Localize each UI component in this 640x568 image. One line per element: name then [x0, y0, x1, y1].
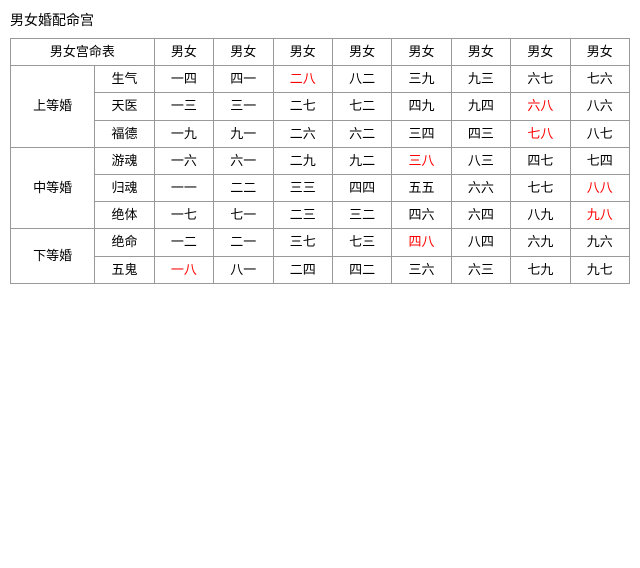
table-row: 天医一三三一二七七二四九九四六八八六 — [11, 93, 630, 120]
data-cell: 六八 — [511, 93, 570, 120]
data-cell: 七三 — [332, 229, 391, 256]
grade-cell: 上等婚 — [11, 66, 95, 148]
data-cell: 二三 — [273, 202, 332, 229]
subtype-cell: 游魂 — [95, 147, 154, 174]
data-cell: 八三 — [451, 147, 510, 174]
data-cell: 六七 — [511, 66, 570, 93]
data-cell: 一六 — [154, 147, 213, 174]
data-cell: 一七 — [154, 202, 213, 229]
table-row: 下等婚绝命一二二一三七七三四八八四六九九六 — [11, 229, 630, 256]
data-cell: 六二 — [332, 120, 391, 147]
table-row: 福德一九九一二六六二三四四三七八八七 — [11, 120, 630, 147]
data-cell: 一三 — [154, 93, 213, 120]
header-col-8: 男女 — [570, 39, 629, 66]
table-header: 男女宫命表 男女 男女 男女 男女 男女 男女 男女 男女 — [11, 39, 630, 66]
data-cell: 四六 — [392, 202, 451, 229]
data-cell: 七四 — [570, 147, 629, 174]
subtype-cell: 绝体 — [95, 202, 154, 229]
data-cell: 二九 — [273, 147, 332, 174]
data-cell: 九二 — [332, 147, 391, 174]
data-cell: 二六 — [273, 120, 332, 147]
data-cell: 一九 — [154, 120, 213, 147]
data-cell: 九七 — [570, 256, 629, 283]
table-row: 绝体一七七一二三三二四六六四八九九八 — [11, 202, 630, 229]
data-cell: 八一 — [214, 256, 273, 283]
data-cell: 二四 — [273, 256, 332, 283]
data-cell: 八八 — [570, 174, 629, 201]
data-cell: 七二 — [332, 93, 391, 120]
data-cell: 三三 — [273, 174, 332, 201]
data-cell: 一八 — [154, 256, 213, 283]
header-col-5: 男女 — [392, 39, 451, 66]
data-cell: 一二 — [154, 229, 213, 256]
data-cell: 三九 — [392, 66, 451, 93]
data-cell: 三二 — [332, 202, 391, 229]
data-cell: 三八 — [392, 147, 451, 174]
data-cell: 七八 — [511, 120, 570, 147]
header-col-4: 男女 — [332, 39, 391, 66]
data-cell: 四三 — [451, 120, 510, 147]
data-cell: 七一 — [214, 202, 273, 229]
table-row: 归魂一一二二三三四四五五六六七七八八 — [11, 174, 630, 201]
data-cell: 九四 — [451, 93, 510, 120]
subtype-cell: 绝命 — [95, 229, 154, 256]
data-cell: 七七 — [511, 174, 570, 201]
data-cell: 七六 — [570, 66, 629, 93]
data-cell: 二八 — [273, 66, 332, 93]
grade-cell: 中等婚 — [11, 147, 95, 229]
header-col-6: 男女 — [451, 39, 510, 66]
subtype-cell: 天医 — [95, 93, 154, 120]
data-cell: 二一 — [214, 229, 273, 256]
header-col-7: 男女 — [511, 39, 570, 66]
main-table: 男女宫命表 男女 男女 男女 男女 男女 男女 男女 男女 上等婚生气一四四一二… — [10, 38, 630, 284]
data-cell: 六三 — [451, 256, 510, 283]
data-cell: 八六 — [570, 93, 629, 120]
data-cell: 八九 — [511, 202, 570, 229]
data-cell: 四一 — [214, 66, 273, 93]
data-cell: 四四 — [332, 174, 391, 201]
data-cell: 七九 — [511, 256, 570, 283]
data-cell: 八二 — [332, 66, 391, 93]
table-row: 上等婚生气一四四一二八八二三九九三六七七六 — [11, 66, 630, 93]
subtype-cell: 五鬼 — [95, 256, 154, 283]
data-cell: 九三 — [451, 66, 510, 93]
data-cell: 一四 — [154, 66, 213, 93]
data-cell: 二二 — [214, 174, 273, 201]
subtype-cell: 福德 — [95, 120, 154, 147]
data-cell: 二七 — [273, 93, 332, 120]
data-cell: 一一 — [154, 174, 213, 201]
data-cell: 六一 — [214, 147, 273, 174]
data-cell: 四九 — [392, 93, 451, 120]
table-row: 五鬼一八八一二四四二三六六三七九九七 — [11, 256, 630, 283]
data-cell: 八七 — [570, 120, 629, 147]
data-cell: 三四 — [392, 120, 451, 147]
data-cell: 八四 — [451, 229, 510, 256]
data-cell: 四二 — [332, 256, 391, 283]
data-cell: 三六 — [392, 256, 451, 283]
data-cell: 九六 — [570, 229, 629, 256]
grade-cell: 下等婚 — [11, 229, 95, 283]
header-col-2: 男女 — [214, 39, 273, 66]
data-cell: 五五 — [392, 174, 451, 201]
table-row: 中等婚游魂一六六一二九九二三八八三四七七四 — [11, 147, 630, 174]
page-title: 男女婚配命宫 — [10, 10, 630, 30]
data-cell: 四七 — [511, 147, 570, 174]
data-cell: 六九 — [511, 229, 570, 256]
header-col-1: 男女 — [154, 39, 213, 66]
data-cell: 四八 — [392, 229, 451, 256]
data-cell: 九八 — [570, 202, 629, 229]
data-cell: 三一 — [214, 93, 273, 120]
header-label: 男女宫命表 — [11, 39, 155, 66]
subtype-cell: 归魂 — [95, 174, 154, 201]
subtype-cell: 生气 — [95, 66, 154, 93]
data-cell: 三七 — [273, 229, 332, 256]
data-cell: 六六 — [451, 174, 510, 201]
data-cell: 六四 — [451, 202, 510, 229]
data-cell: 九一 — [214, 120, 273, 147]
header-col-3: 男女 — [273, 39, 332, 66]
